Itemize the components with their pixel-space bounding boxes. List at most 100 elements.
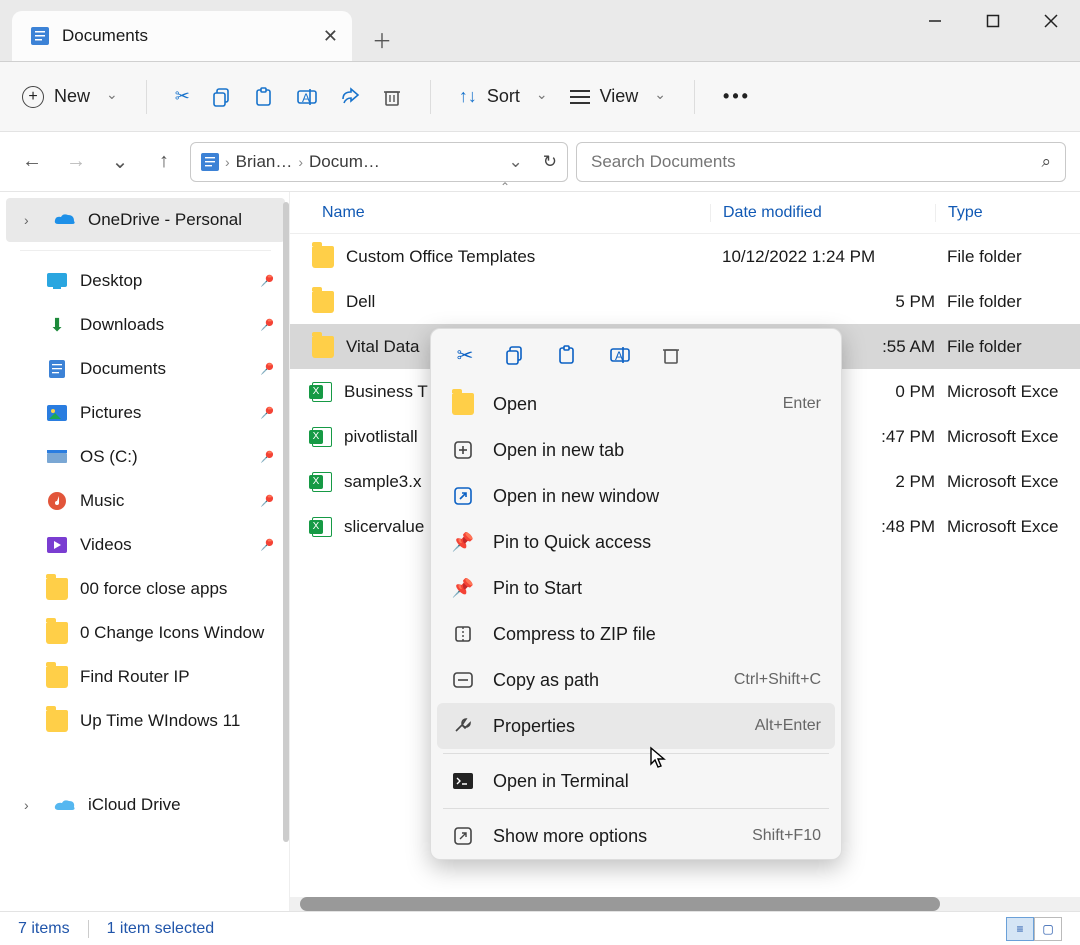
search-input[interactable] — [591, 152, 1041, 172]
file-row[interactable]: Custom Office Templates 10/12/2022 1:24 … — [290, 234, 1080, 279]
sidebar-item-label: Music — [80, 491, 124, 511]
paste-button[interactable] — [254, 87, 274, 107]
address-bar: ← → ⌄ ↑ › Brian… › Docum… ⌄ ↻ ⌕ — [0, 132, 1080, 192]
sidebar-item-folder[interactable]: 0 Change Icons Window — [28, 611, 285, 655]
close-window-button[interactable] — [1022, 0, 1080, 42]
ctx-pin-quick-access[interactable]: 📌Pin to Quick access — [431, 519, 841, 565]
ctx-open-new-window[interactable]: Open in new window — [431, 473, 841, 519]
cut-button[interactable]: ✂ — [175, 86, 190, 107]
sidebar-item-osc[interactable]: OS (C:)📍 — [28, 435, 285, 479]
sidebar-item-folder[interactable]: Up Time WIndows 11 — [28, 699, 285, 743]
minimize-button[interactable] — [906, 0, 964, 42]
scrollbar-thumb[interactable] — [300, 897, 940, 911]
breadcrumb[interactable]: › Brian… › Docum… ⌄ ↻ — [190, 142, 568, 182]
folder-icon — [312, 336, 334, 358]
folder-icon — [46, 578, 68, 600]
back-button[interactable]: ← — [14, 144, 50, 180]
ctx-properties[interactable]: PropertiesAlt+Enter — [437, 703, 835, 749]
folder-icon — [312, 291, 334, 313]
chevron-right-icon[interactable]: › — [24, 797, 42, 813]
file-row[interactable]: Dell 5 PM File folder — [290, 279, 1080, 324]
selection-count: 1 item selected — [107, 920, 215, 938]
recent-button[interactable]: ⌄ — [102, 144, 138, 180]
status-bar: 7 items 1 item selected ≡ ▢ — [0, 911, 1080, 945]
forward-button[interactable]: → — [58, 144, 94, 180]
column-date[interactable]: Date modified — [710, 204, 935, 222]
horizontal-scrollbar[interactable] — [290, 897, 1080, 911]
details-view-button[interactable]: ≡ — [1006, 917, 1034, 941]
copy-button[interactable] — [212, 87, 232, 107]
paste-icon[interactable] — [557, 345, 581, 365]
delete-button[interactable] — [382, 87, 402, 107]
rename-button[interactable]: A — [296, 87, 318, 107]
new-button[interactable]: + New — [22, 86, 118, 108]
separator — [443, 808, 829, 809]
file-type: File folder — [947, 292, 1022, 311]
ctx-copy-path[interactable]: Copy as pathCtrl+Shift+C — [431, 657, 841, 703]
sidebar-item-documents[interactable]: Documents📍 — [28, 347, 285, 391]
rename-icon: A — [296, 87, 318, 107]
sidebar-item-label: OS (C:) — [80, 447, 138, 467]
sidebar-item-label: iCloud Drive — [88, 795, 181, 815]
scissors-icon: ✂ — [175, 86, 190, 107]
column-type[interactable]: Type — [935, 204, 1080, 222]
new-tab-button[interactable]: ＋ — [360, 17, 404, 61]
sidebar-item-folder[interactable]: 00 force close apps — [28, 567, 285, 611]
sidebar-item-videos[interactable]: Videos📍 — [28, 523, 285, 567]
refresh-button[interactable]: ↻ — [543, 152, 557, 172]
navigation-pane: › OneDrive - Personal Desktop📍 ⬇Download… — [0, 192, 290, 911]
delete-icon[interactable] — [661, 345, 685, 365]
folder-icon — [312, 246, 334, 268]
command-bar: + New ✂ A ↑↓ Sort View ••• — [0, 62, 1080, 132]
folder-icon — [46, 622, 68, 644]
sidebar-item-label: Desktop — [80, 271, 142, 291]
share-button[interactable] — [340, 87, 360, 107]
search-box[interactable]: ⌕ — [576, 142, 1066, 182]
sidebar-item-onedrive[interactable]: › OneDrive - Personal — [6, 198, 285, 242]
window-controls — [906, 0, 1080, 42]
new-window-icon — [451, 484, 475, 508]
file-date: 10/12/2022 1:24 PM — [722, 247, 875, 266]
rename-icon[interactable]: A — [609, 345, 633, 365]
sidebar-item-pictures[interactable]: Pictures📍 — [28, 391, 285, 435]
cut-icon[interactable]: ✂ — [453, 343, 477, 368]
file-name: Business T — [344, 382, 428, 402]
pictures-icon — [46, 402, 68, 424]
tab-documents[interactable]: Documents ✕ — [12, 11, 352, 61]
sort-button[interactable]: ↑↓ Sort — [459, 86, 548, 107]
file-name: Dell — [346, 292, 375, 312]
file-type: Microsoft Exce — [947, 427, 1058, 446]
copy-icon[interactable] — [505, 345, 529, 365]
sidebar-item-icloud[interactable]: › iCloud Drive — [6, 783, 285, 827]
sidebar-item-label: Downloads — [80, 315, 164, 335]
sidebar-item-downloads[interactable]: ⬇Downloads📍 — [28, 303, 285, 347]
file-name: sample3.x — [344, 472, 421, 492]
crumb-segment[interactable]: Brian… — [236, 152, 293, 172]
column-name[interactable]: Name — [290, 204, 710, 222]
chevron-right-icon[interactable]: › — [24, 212, 42, 228]
more-button[interactable]: ••• — [723, 86, 751, 107]
sort-label: Sort — [487, 86, 520, 107]
ctx-open-new-tab[interactable]: Open in new tab — [431, 427, 841, 473]
share-icon — [340, 87, 360, 107]
sidebar-item-music[interactable]: Music📍 — [28, 479, 285, 523]
maximize-button[interactable] — [964, 0, 1022, 42]
ctx-open[interactable]: OpenEnter — [431, 381, 841, 427]
ctx-show-more[interactable]: Show more optionsShift+F10 — [431, 813, 841, 859]
sort-icon: ↑↓ — [459, 86, 477, 107]
wrench-icon — [451, 714, 475, 738]
chevron-down-icon[interactable]: ⌄ — [509, 152, 523, 172]
ctx-open-terminal[interactable]: Open in Terminal — [431, 758, 841, 804]
sidebar-item-desktop[interactable]: Desktop📍 — [28, 259, 285, 303]
ctx-pin-start[interactable]: 📌Pin to Start — [431, 565, 841, 611]
up-button[interactable]: ↑ — [146, 144, 182, 180]
close-tab-icon[interactable]: ✕ — [323, 26, 338, 47]
crumb-segment[interactable]: Docum… — [309, 152, 380, 172]
separator — [430, 80, 431, 114]
view-button[interactable]: View — [570, 86, 666, 107]
ctx-compress-zip[interactable]: Compress to ZIP file — [431, 611, 841, 657]
thumbnails-view-button[interactable]: ▢ — [1034, 917, 1062, 941]
sidebar-item-folder[interactable]: Find Router IP — [28, 655, 285, 699]
search-icon[interactable]: ⌕ — [1041, 152, 1051, 172]
pin-icon: 📍 — [254, 357, 278, 381]
